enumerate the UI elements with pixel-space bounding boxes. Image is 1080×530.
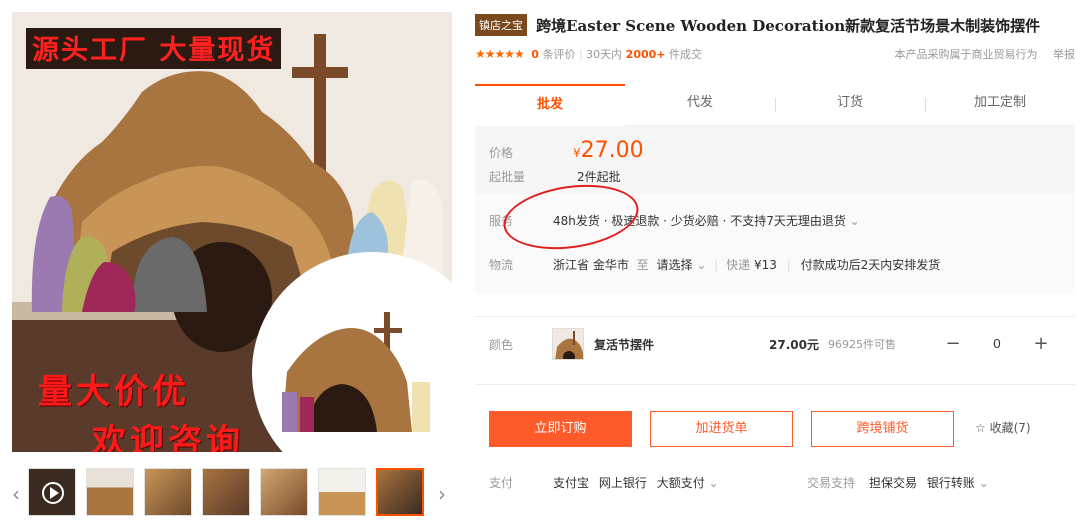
destination-select[interactable]: 请选择 ⌄: [657, 258, 707, 272]
review-count[interactable]: 0: [531, 48, 539, 61]
express-fee: ¥13: [753, 258, 777, 272]
payment-method: 支付宝: [553, 476, 590, 490]
quantity-stepper: − +: [939, 330, 1055, 358]
chevron-down-icon: ⌄: [978, 476, 989, 490]
color-label: 颜色: [489, 338, 514, 352]
report-link[interactable]: 举报: [1053, 48, 1075, 61]
shipping-note: 付款成功后2天内安排发货: [800, 258, 941, 272]
purchase-mode-tabs: 批发 代发 订货 加工定制: [475, 84, 1075, 126]
order-now-button[interactable]: 立即订购: [489, 411, 632, 447]
tab-order[interactable]: 订货: [775, 84, 925, 126]
trade-support-label: 交易支持: [807, 476, 856, 490]
favorite-button[interactable]: ☆ 收藏(7): [975, 419, 1031, 436]
sku-stock: 96925件可售: [828, 338, 896, 351]
increase-quantity-button[interactable]: +: [1027, 330, 1055, 358]
star-rating-icon: ★★★★★: [475, 47, 525, 61]
chevron-down-icon: ⌄: [849, 214, 860, 228]
price-amount: 27.00: [580, 138, 644, 163]
price-label: 价格: [489, 146, 514, 160]
thumbnail-video[interactable]: [28, 468, 76, 516]
sku-option-name[interactable]: 复活节摆件: [594, 336, 654, 353]
title-row: 镇店之宝 跨境Easter Scene Wooden Decoration新款复…: [475, 14, 1075, 40]
payment-methods: 支付宝 网上银行 大额支付 ⌄: [553, 474, 719, 491]
trade-note-text: 本产品采购属于商业贸易行为: [894, 48, 1038, 61]
divider-line: [475, 384, 1075, 385]
review-label[interactable]: 条评价: [542, 48, 575, 61]
moq-label: 起批量: [489, 170, 526, 184]
sku-image-icon: [553, 329, 583, 359]
promo-text-line2: 欢迎咨询: [92, 422, 244, 452]
sold-prefix: 30天内: [586, 48, 623, 61]
add-to-cart-button[interactable]: 加进货单: [650, 411, 793, 447]
thumbnail-image[interactable]: [260, 468, 308, 516]
service-label: 服务: [489, 214, 514, 228]
sold-suffix: 件成交: [669, 48, 703, 61]
logistics-label: 物流: [489, 258, 514, 272]
price-panel: 价格 ¥27.00 起批量 2件起批: [475, 126, 1075, 194]
decrease-quantity-button[interactable]: −: [939, 330, 967, 358]
tab-wholesale[interactable]: 批发: [475, 84, 625, 126]
quantity-input[interactable]: [979, 330, 1015, 358]
trade-note: 本产品采购属于商业贸易行为 举报: [895, 46, 1076, 62]
sku-row: 颜色 复活节摆件 27.00元 96925件可售 − +: [475, 316, 1075, 372]
tab-dropship[interactable]: 代发: [625, 84, 775, 126]
chevron-down-icon: ⌄: [696, 258, 707, 272]
origin-location: 浙江省 金华市: [553, 258, 629, 272]
thumbnail-strip: ‹ ›: [12, 464, 452, 524]
tab-custom[interactable]: 加工定制: [925, 84, 1075, 126]
price-value: ¥27.00: [573, 138, 644, 163]
thumbnail-image[interactable]: [202, 468, 250, 516]
logistics-row: 浙江省 金华市 至 请选择 ⌄ | 快递 ¥13 | 付款成功后2天内安排发货: [553, 256, 940, 273]
thumbnail-image[interactable]: [86, 468, 134, 516]
star-outline-icon: ☆: [975, 421, 986, 435]
product-main-image[interactable]: 源头工厂 大量现货 量大价优 欢迎咨询: [12, 12, 452, 452]
divider: |: [786, 258, 791, 272]
trade-method-dropdown[interactable]: 银行转账 ⌄: [927, 476, 989, 490]
service-text: 48h发货 · 极速退款 · 少货必赔 · 不支持7天无理由退货: [553, 214, 846, 228]
chevron-down-icon: ⌄: [708, 476, 719, 490]
cross-border-button[interactable]: 跨境铺货: [811, 411, 954, 447]
sku-price: 27.00元: [769, 338, 819, 352]
divider: |: [578, 48, 583, 61]
sku-thumbnail[interactable]: [552, 328, 584, 360]
sold-count: 2000+: [625, 48, 666, 61]
next-thumb-arrow-icon[interactable]: ›: [438, 482, 446, 506]
payment-label: 支付: [489, 476, 514, 490]
trade-method: 银行转账: [926, 476, 975, 490]
service-panel: 服务 48h发货 · 极速退款 · 少货必赔 · 不支持7天无理由退货 ⌄ 物流…: [475, 194, 1075, 294]
payment-method-dropdown[interactable]: 大额支付 ⌄: [657, 476, 719, 490]
promo-banner: 源头工厂 大量现货: [26, 28, 282, 69]
currency-symbol: ¥: [573, 146, 581, 160]
to-label: 至: [636, 258, 649, 272]
moq-value: 2件起批: [577, 170, 621, 184]
thumbnail-image[interactable]: [144, 468, 192, 516]
destination-value: 请选择: [656, 258, 693, 272]
trade-methods: 担保交易 银行转账 ⌄: [869, 474, 989, 491]
rating-row: ★★★★★ 0 条评价 | 30天内 2000+ 件成交 本产品采购属于商业贸易…: [475, 46, 1075, 64]
payment-row: 支付 支付宝 网上银行 大额支付 ⌄ 交易支持 担保交易 银行转账 ⌄: [489, 472, 1075, 492]
action-buttons: 立即订购 加进货单 跨境铺货 ☆ 收藏(7): [489, 411, 1075, 447]
prev-thumb-arrow-icon[interactable]: ‹: [12, 482, 20, 506]
play-video-icon: [42, 482, 64, 504]
promo-text-line1: 量大价优: [38, 372, 190, 412]
thumbnail-image-active[interactable]: [376, 468, 424, 516]
divider: |: [714, 258, 719, 272]
trade-method: 担保交易: [869, 476, 918, 490]
shop-tag-badge: 镇店之宝: [475, 14, 527, 36]
express-label: 快递: [726, 258, 751, 272]
thumbnail-image[interactable]: [318, 468, 366, 516]
service-value[interactable]: 48h发货 · 极速退款 · 少货必赔 · 不支持7天无理由退货 ⌄: [553, 212, 860, 229]
product-title: 跨境Easter Scene Wooden Decoration新款复活节场景木…: [536, 16, 1041, 35]
favorite-label: 收藏(7): [989, 421, 1031, 435]
payment-method: 大额支付: [656, 476, 705, 490]
payment-method: 网上银行: [598, 476, 647, 490]
